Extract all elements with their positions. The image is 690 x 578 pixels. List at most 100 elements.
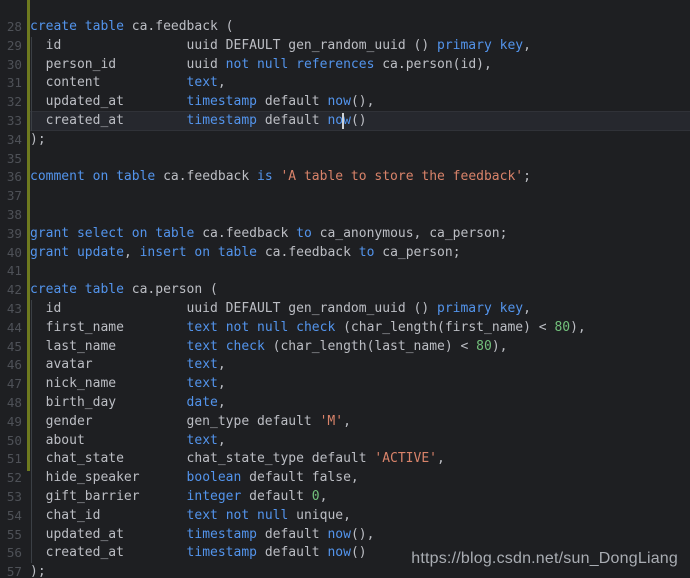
code-line[interactable]: ); bbox=[30, 131, 46, 150]
code-editor[interactable]: 28 29 30 31 32 33 34 35 36 37 38 39 40 41 42 43 44 45 46 47… bbox=[0, 0, 690, 578]
code-line[interactable]: updated_at timestamp default now(), bbox=[30, 93, 375, 112]
code-token-punc bbox=[69, 226, 77, 241]
code-line[interactable]: updated_at timestamp default now(), bbox=[30, 526, 375, 545]
line-number[interactable]: 29 bbox=[0, 37, 22, 56]
line-number[interactable]: 41 bbox=[0, 262, 22, 281]
code-token-id: id uuid DEFAULT gen_random_uuid () bbox=[30, 301, 437, 316]
line-number[interactable]: 53 bbox=[0, 488, 22, 507]
code-token-punc bbox=[124, 226, 132, 241]
code-token-id: created_at bbox=[30, 113, 187, 128]
code-line[interactable]: grant select on table ca.feedback to ca_… bbox=[30, 225, 507, 244]
code-line[interactable]: ); bbox=[30, 563, 46, 578]
code-token-id: (char_length(first_name) < bbox=[335, 319, 555, 335]
code-token-punc bbox=[288, 320, 296, 335]
code-content-area[interactable]: create table ca.feedback ( id uuid DEFAU… bbox=[30, 0, 690, 578]
code-line[interactable]: id uuid DEFAULT gen_random_uuid () prima… bbox=[30, 37, 531, 56]
line-number[interactable]: 28 bbox=[0, 18, 22, 37]
line-number[interactable]: 30 bbox=[0, 56, 22, 75]
line-number[interactable]: 31 bbox=[0, 74, 22, 93]
code-line[interactable]: created_at timestamp default now() bbox=[30, 112, 367, 131]
code-token-kw: now bbox=[327, 526, 351, 542]
code-token-kw: update bbox=[76, 244, 124, 260]
code-line[interactable]: grant update, insert on table ca.feedbac… bbox=[30, 244, 461, 263]
line-number[interactable]: 51 bbox=[0, 450, 22, 469]
code-line[interactable]: gender gen_type default 'M', bbox=[30, 413, 351, 432]
code-line[interactable]: id uuid DEFAULT gen_random_uuid () prima… bbox=[30, 300, 531, 319]
code-token-punc bbox=[288, 57, 296, 72]
code-token-id: ca.feedback bbox=[257, 244, 359, 260]
line-number[interactable]: 39 bbox=[0, 225, 22, 244]
code-token-id: gender gen_type default bbox=[30, 413, 320, 429]
code-line[interactable]: gift_barrier integer default 0, bbox=[30, 488, 328, 507]
code-line[interactable]: create table ca.feedback ( bbox=[30, 18, 234, 37]
code-token-id: ca.person(id), bbox=[374, 56, 492, 72]
code-line[interactable]: avatar text, bbox=[30, 356, 226, 375]
line-number[interactable]: 40 bbox=[0, 244, 22, 263]
code-line[interactable]: create table ca.person ( bbox=[30, 281, 218, 300]
code-token-id: hide_speaker bbox=[30, 470, 187, 486]
line-number[interactable]: 55 bbox=[0, 526, 22, 545]
code-token-punc bbox=[249, 57, 257, 72]
line-number[interactable]: 54 bbox=[0, 507, 22, 526]
code-token-id: updated_at bbox=[30, 526, 187, 542]
code-token-kw: now bbox=[327, 94, 351, 110]
code-token-kw: table bbox=[84, 282, 124, 298]
line-number[interactable]: 32 bbox=[0, 93, 22, 112]
line-number[interactable]: 33 bbox=[0, 112, 22, 131]
code-line[interactable]: about text, bbox=[30, 432, 226, 451]
code-token-kw: comment bbox=[30, 169, 85, 185]
line-number[interactable]: 52 bbox=[0, 469, 22, 488]
code-line[interactable]: comment on table ca.feedback is 'A table… bbox=[30, 168, 531, 187]
code-token-punc: , bbox=[437, 451, 445, 467]
code-token-id: ca.feedback bbox=[155, 169, 257, 185]
code-token-punc: , bbox=[523, 37, 531, 53]
code-line[interactable]: content text, bbox=[30, 74, 226, 93]
code-token-punc bbox=[492, 301, 500, 316]
line-number[interactable]: 45 bbox=[0, 338, 22, 357]
code-token-punc: ), bbox=[570, 319, 586, 335]
line-number[interactable]: 36 bbox=[0, 168, 22, 187]
code-token-punc: , bbox=[343, 413, 351, 429]
watermark-url: https://blog.csdn.net/sun_DongLiang bbox=[411, 550, 678, 567]
line-number[interactable]: 44 bbox=[0, 319, 22, 338]
line-number[interactable]: 57 bbox=[0, 563, 22, 578]
code-token-kw: integer bbox=[186, 489, 242, 504]
code-token-punc bbox=[77, 19, 85, 34]
code-line[interactable]: hide_speaker boolean default false, bbox=[30, 469, 359, 488]
line-number[interactable]: 34 bbox=[0, 131, 22, 150]
code-line[interactable]: chat_id text not null unique, bbox=[30, 507, 351, 526]
code-token-kw: text bbox=[186, 432, 218, 448]
line-number[interactable]: 35 bbox=[0, 150, 22, 169]
code-token-id: ca_anonymous, ca_person; bbox=[311, 225, 508, 241]
code-token-kw: text bbox=[186, 507, 218, 523]
code-line[interactable]: first_name text not null check (char_len… bbox=[30, 319, 586, 338]
code-line[interactable]: created_at timestamp default now() bbox=[30, 544, 367, 563]
line-number[interactable]: 49 bbox=[0, 413, 22, 432]
code-token-kw: text bbox=[186, 376, 218, 392]
code-token-punc bbox=[249, 508, 257, 523]
line-number[interactable]: 43 bbox=[0, 300, 22, 319]
line-number[interactable]: 50 bbox=[0, 432, 22, 451]
line-number[interactable]: 47 bbox=[0, 375, 22, 394]
line-number[interactable]: 42 bbox=[0, 281, 22, 300]
code-token-kw: null bbox=[257, 507, 289, 523]
code-line[interactable]: last_name text check (char_length(last_n… bbox=[30, 338, 508, 357]
code-token-kw: references bbox=[296, 56, 375, 72]
line-number[interactable]: 38 bbox=[0, 206, 22, 225]
code-token-punc: ; bbox=[523, 169, 531, 185]
code-token-kw: not bbox=[225, 319, 250, 335]
line-number[interactable]: 56 bbox=[0, 544, 22, 563]
editor-gutter[interactable]: 28 29 30 31 32 33 34 35 36 37 38 39 40 41 42 43 44 45 46 47… bbox=[0, 0, 30, 578]
code-token-id: birth_day bbox=[30, 395, 187, 410]
code-line[interactable]: chat_state chat_state_type default 'ACTI… bbox=[30, 450, 445, 469]
code-token-kw: date bbox=[186, 395, 218, 410]
code-token-id: first_name bbox=[30, 319, 187, 335]
line-number[interactable]: 37 bbox=[0, 187, 22, 206]
code-token-id: default bbox=[257, 545, 328, 561]
code-line[interactable]: nick_name text, bbox=[30, 375, 226, 394]
code-token-id: about bbox=[30, 432, 187, 448]
code-line[interactable]: birth_day date, bbox=[30, 394, 226, 413]
line-number[interactable]: 48 bbox=[0, 394, 22, 413]
line-number[interactable]: 46 bbox=[0, 356, 22, 375]
code-line[interactable]: person_id uuid not null references ca.pe… bbox=[30, 56, 492, 75]
